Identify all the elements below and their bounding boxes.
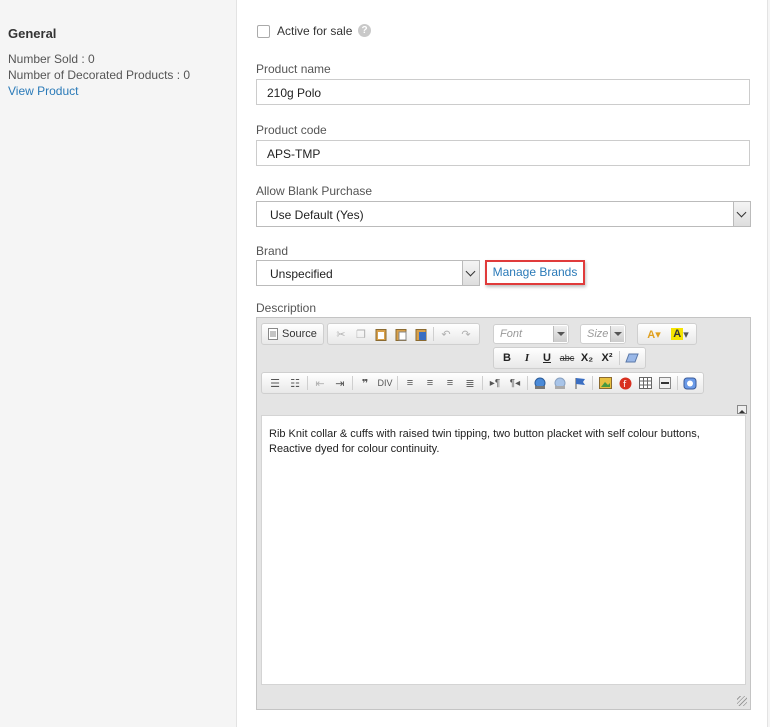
paste-word-icon[interactable]: [411, 325, 431, 343]
resize-handle-icon[interactable]: [737, 696, 747, 706]
bold-button[interactable]: B: [497, 349, 517, 367]
font-select[interactable]: Font: [493, 324, 569, 344]
chevron-down-icon: [733, 202, 750, 226]
product-code-label: Product code: [256, 123, 327, 137]
product-form: Active for sale ? Product name 210g Polo…: [236, 0, 768, 727]
decorated-products-count: Number of Decorated Products : 0: [8, 68, 191, 82]
product-code-input[interactable]: APS-TMP: [256, 140, 750, 166]
link-icon[interactable]: [530, 374, 550, 392]
help-icon[interactable]: ?: [358, 24, 371, 37]
underline-button[interactable]: U: [537, 349, 557, 367]
indent-icon[interactable]: ⇥: [330, 374, 350, 392]
brand-label: Brand: [256, 244, 289, 258]
paste-icon[interactable]: [371, 325, 391, 343]
iframe-icon[interactable]: [680, 374, 700, 392]
anchor-flag-icon[interactable]: [570, 374, 590, 392]
allow-blank-purchase-select[interactable]: Use Default (Yes): [256, 201, 751, 227]
cut-icon[interactable]: ✂: [331, 325, 351, 343]
product-name-input[interactable]: 210g Polo: [256, 79, 750, 105]
ltr-icon[interactable]: ▸¶: [485, 374, 505, 392]
copy-icon[interactable]: ❐: [351, 325, 371, 343]
description-label: Description: [256, 301, 317, 315]
allow-blank-purchase-label: Allow Blank Purchase: [256, 184, 373, 198]
clipboard-group: ✂ ❐ ↶ ↷: [327, 323, 480, 345]
blockquote-icon[interactable]: ❞: [355, 374, 375, 392]
basic-style-group: B I U abc X₂ X²: [493, 347, 646, 369]
description-editor: Source ✂ ❐ ↶ ↷ Font Size A▾ A ▾ B I U ab…: [256, 317, 751, 710]
flash-icon[interactable]: f: [615, 374, 635, 392]
redo-icon[interactable]: ↷: [456, 325, 476, 343]
description-content[interactable]: Rib Knit collar & cuffs with raised twin…: [261, 415, 746, 685]
source-group: Source: [261, 323, 324, 345]
product-name-label: Product name: [256, 62, 331, 76]
superscript-button[interactable]: X²: [597, 349, 617, 367]
view-product-link[interactable]: View Product: [8, 84, 78, 98]
general-sidebar: General Number Sold : 0 Number of Decora…: [0, 0, 236, 727]
align-right-icon[interactable]: ≡: [440, 374, 460, 392]
manage-brands-link[interactable]: Manage Brands: [485, 260, 585, 285]
undo-icon[interactable]: ↶: [436, 325, 456, 343]
document-icon: [265, 325, 281, 343]
outdent-icon[interactable]: ⇤: [310, 374, 330, 392]
active-for-sale-checkbox[interactable]: [257, 25, 270, 38]
font-placeholder: Font: [500, 328, 523, 340]
align-left-icon[interactable]: ≡: [400, 374, 420, 392]
image-icon[interactable]: [595, 374, 615, 392]
chevron-down-icon: [553, 326, 567, 342]
unlink-icon[interactable]: [550, 374, 570, 392]
paste-text-icon[interactable]: [391, 325, 411, 343]
allow-blank-purchase-value: Use Default (Yes): [270, 208, 364, 222]
chevron-down-icon: [610, 326, 624, 342]
active-for-sale-label: Active for sale: [277, 24, 353, 38]
background-color-icon[interactable]: A ▾: [667, 325, 693, 343]
align-justify-icon[interactable]: ≣: [460, 374, 480, 392]
color-group: A▾ A ▾: [637, 323, 697, 345]
table-icon[interactable]: [635, 374, 655, 392]
size-placeholder: Size: [587, 328, 609, 340]
number-sold: Number Sold : 0: [8, 52, 95, 66]
horizontal-rule-icon[interactable]: [655, 374, 675, 392]
brand-select[interactable]: Unspecified: [256, 260, 480, 286]
brand-value: Unspecified: [270, 267, 333, 281]
list-group: ☰ ☷ ⇤ ⇥ ❞ DIV ≡ ≡ ≡ ≣ ▸¶ ¶◂ f: [261, 372, 704, 394]
eraser-icon[interactable]: [622, 349, 642, 367]
subscript-button[interactable]: X₂: [577, 349, 597, 367]
collapse-toolbar-icon[interactable]: [737, 405, 747, 414]
chevron-down-icon: [462, 261, 479, 285]
size-select[interactable]: Size: [580, 324, 626, 344]
align-center-icon[interactable]: ≡: [420, 374, 440, 392]
bulleted-list-icon[interactable]: ☷: [285, 374, 305, 392]
text-color-icon[interactable]: A▾: [641, 325, 667, 343]
rtl-icon[interactable]: ¶◂: [505, 374, 525, 392]
strike-button[interactable]: abc: [557, 349, 577, 367]
italic-button[interactable]: I: [517, 349, 537, 367]
div-container-icon[interactable]: DIV: [375, 374, 395, 392]
numbered-list-icon[interactable]: ☰: [265, 374, 285, 392]
source-button[interactable]: Source: [281, 328, 320, 340]
general-title: General: [8, 26, 57, 41]
